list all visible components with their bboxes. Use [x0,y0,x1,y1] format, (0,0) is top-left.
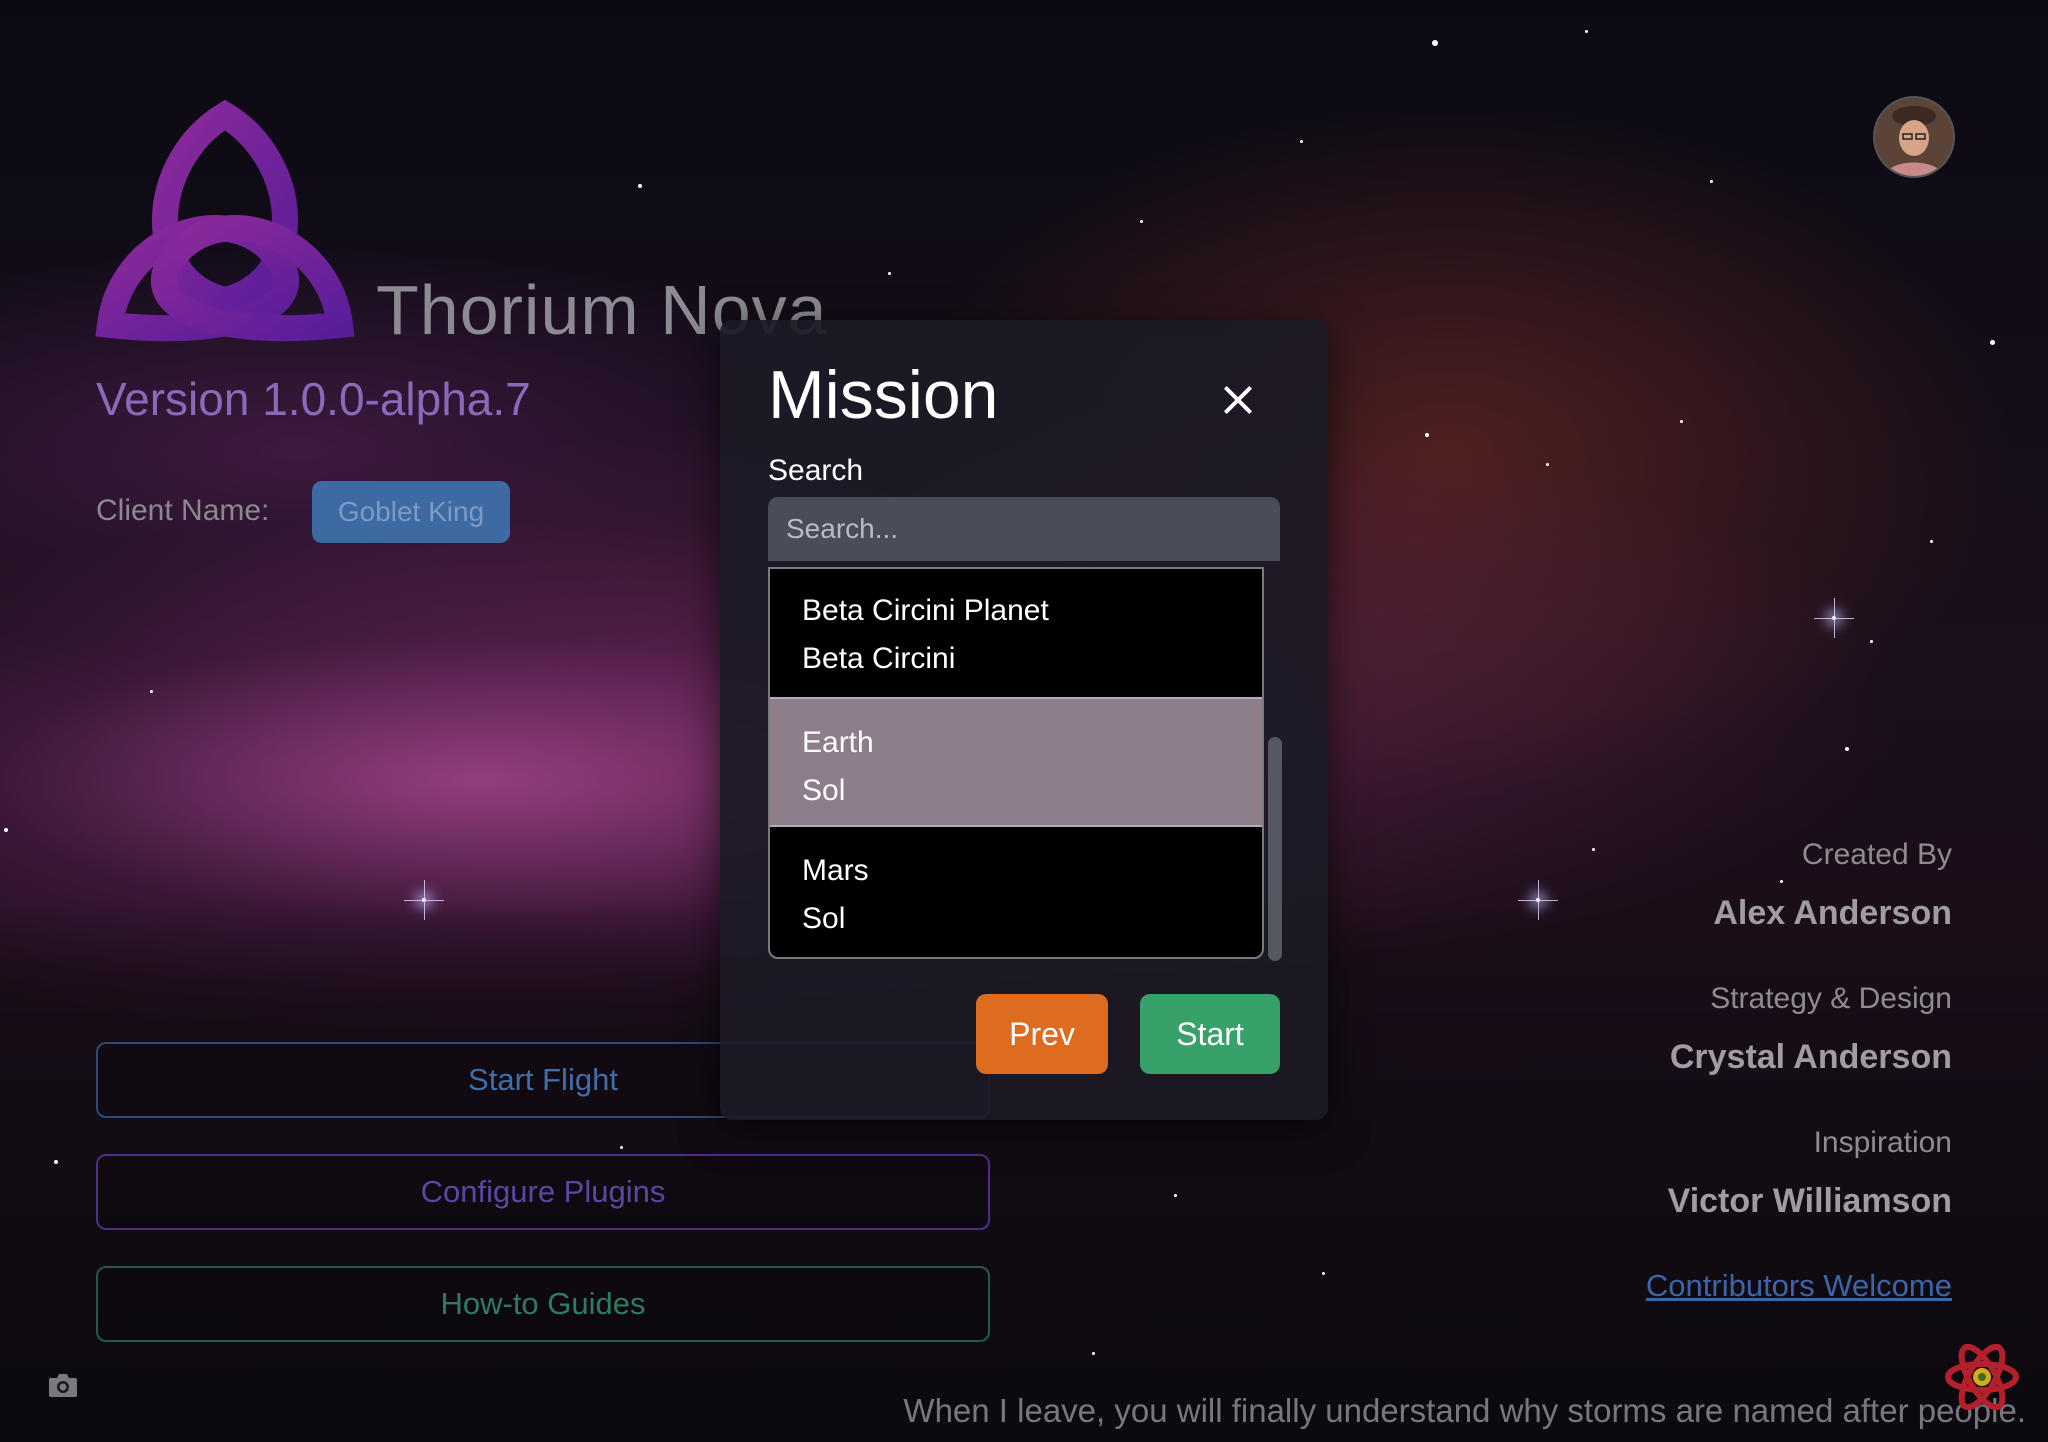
version-label: Version 1.0.0-alpha.7 [96,373,531,425]
contributors-welcome-link[interactable]: Contributors Welcome [1646,1268,1952,1304]
mission-list: Beta Circini Planet Beta Circini Earth S… [768,567,1264,959]
list-item-name: Mars [802,854,869,887]
client-name-label: Client Name: [96,494,270,527]
credit-created-by: Created By Alex Anderson [1352,838,1952,933]
list-item-name: Earth [802,726,874,759]
credit-strategy-design: Strategy & Design Crystal Anderson [1352,982,1952,1077]
list-item-system: Sol [802,902,846,935]
credit-name: Alex Anderson [1713,894,1952,932]
prev-button[interactable]: Prev [976,994,1108,1074]
atom-icon [1945,1344,2019,1410]
list-scrollbar[interactable] [1268,737,1282,961]
credit-role: Inspiration [1813,1126,1952,1159]
list-item-system: Sol [802,774,846,807]
search-input[interactable] [768,497,1280,561]
list-item[interactable]: Mars Sol [770,827,1262,957]
configure-plugins-button[interactable]: Configure Plugins [96,1154,990,1230]
avatar-image [1875,98,1953,176]
triquetra-logo [95,100,355,342]
credit-inspiration: Inspiration Victor Williamson [1352,1126,1952,1221]
list-item-system: Beta Circini [802,642,956,675]
credit-role: Strategy & Design [1710,982,1952,1015]
quote-text: When I leave, you will finally understan… [903,1392,2026,1429]
credit-role: Created By [1801,838,1952,871]
credit-name: Crystal Anderson [1669,1038,1952,1076]
how-to-guides-button[interactable]: How-to Guides [96,1266,990,1342]
list-item-name: Beta Circini Planet [802,594,1049,627]
client-name-button[interactable]: Goblet King [312,481,510,543]
start-button[interactable]: Start [1140,994,1280,1074]
search-label: Search [768,454,864,487]
mission-dialog: Mission Search Beta Circini Planet Beta … [720,320,1328,1120]
user-avatar[interactable] [1873,96,1955,178]
list-item-selected[interactable]: Earth Sol [770,697,1262,827]
close-icon[interactable] [1210,372,1266,428]
dialog-title: Mission [768,357,999,433]
credit-name: Victor Williamson [1667,1182,1952,1220]
list-item[interactable]: Beta Circini Planet Beta Circini [770,569,1262,697]
camera-icon[interactable] [48,1372,78,1398]
